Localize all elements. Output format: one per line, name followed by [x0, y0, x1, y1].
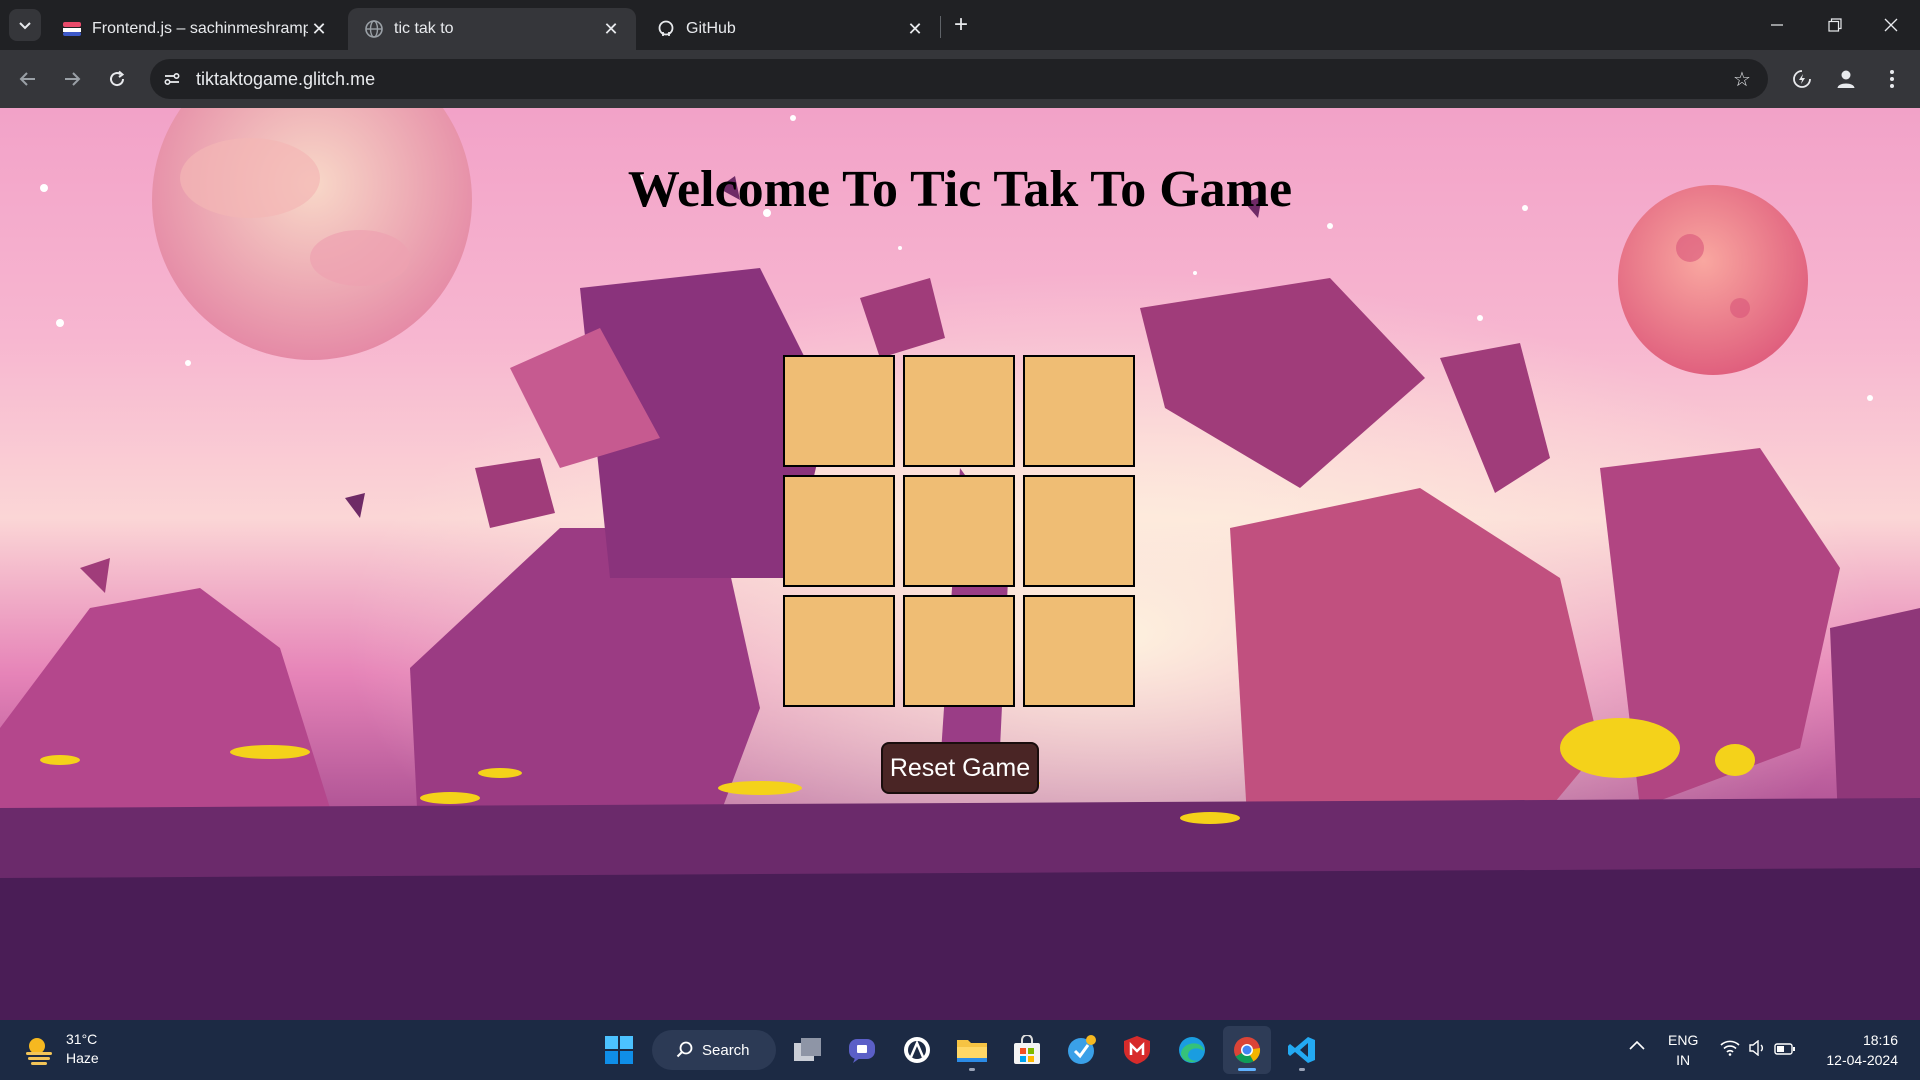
start-button[interactable]: [595, 1026, 643, 1074]
tab-separator: [940, 16, 941, 38]
tab-strip: Frontend.js – sachinmeshrampo ✕ tic tak …: [0, 0, 1920, 50]
close-icon[interactable]: ✕: [904, 18, 926, 40]
page-title: Welcome To Tic Tak To Game: [627, 161, 1293, 218]
tab-search-button[interactable]: [9, 9, 41, 41]
clock-date: 12-04-2024: [1826, 1052, 1898, 1068]
arrow-right-icon: [65, 72, 81, 86]
restore-icon: [1828, 18, 1842, 32]
clock-time: 18:16: [1862, 1032, 1898, 1048]
weather-widget[interactable]: 31°C Haze: [22, 1030, 99, 1068]
reset-game-button[interactable]: Reset Game: [881, 742, 1039, 794]
board-cell[interactable]: [903, 595, 1015, 707]
board-cell[interactable]: [783, 595, 895, 707]
windows-taskbar: 31°C Haze Search ENG IN 18:16 12-04-2024: [0, 1020, 1920, 1080]
github-icon: [656, 19, 676, 39]
active-indicator: [1238, 1068, 1256, 1071]
windows-start-icon: [605, 1036, 633, 1064]
tasks-icon: [1068, 1035, 1096, 1064]
minimize-button[interactable]: [1748, 0, 1806, 50]
sun-haze-icon: [26, 1038, 52, 1065]
reload-icon: [110, 70, 125, 87]
performance-icon[interactable]: [1786, 63, 1818, 95]
pinned-app[interactable]: [893, 1026, 941, 1074]
globe-icon: [364, 19, 384, 39]
restore-button[interactable]: [1806, 0, 1864, 50]
volume-icon: [1749, 1039, 1763, 1057]
vscode-icon: [1288, 1037, 1315, 1063]
tab-title: tic tak to: [394, 20, 454, 37]
board-cell[interactable]: [783, 475, 895, 587]
kebab-menu-icon[interactable]: [1876, 63, 1908, 95]
file-explorer-app[interactable]: [948, 1026, 996, 1074]
minimize-icon: [1771, 24, 1783, 26]
language-indicator[interactable]: ENG IN: [1668, 1030, 1698, 1070]
chrome-icon: [1234, 1037, 1261, 1064]
back-button[interactable]: [12, 63, 44, 95]
tray-overflow-button[interactable]: [1628, 1038, 1646, 1054]
search-icon: [676, 1041, 693, 1058]
forward-button[interactable]: [56, 63, 88, 95]
tab-github[interactable]: GitHub ✕: [640, 8, 940, 50]
store-icon: [1014, 1035, 1040, 1064]
url-text: tiktaktogame.glitch.me: [196, 68, 376, 89]
mcafee-app[interactable]: [1113, 1026, 1161, 1074]
tab-title: GitHub: [686, 20, 736, 37]
board-cell[interactable]: [783, 355, 895, 467]
chevron-up-icon: [1629, 1040, 1645, 1050]
running-indicator: [969, 1068, 975, 1071]
weather-condition: Haze: [66, 1050, 99, 1066]
chrome-app[interactable]: [1223, 1026, 1271, 1074]
wifi-icon: [1720, 1040, 1740, 1056]
clock[interactable]: 18:16 12-04-2024: [1812, 1030, 1898, 1070]
search-label: Search: [702, 1041, 750, 1059]
tasks-app[interactable]: [1058, 1026, 1106, 1074]
arrow-left-icon: [19, 72, 35, 86]
board-cell[interactable]: [1023, 475, 1135, 587]
tab-tic-tak-to[interactable]: tic tak to ✕: [348, 8, 636, 50]
board-cell[interactable]: [1023, 355, 1135, 467]
web-page: Welcome To Tic Tak To Game Reset Game: [0, 108, 1920, 1020]
task-view-button[interactable]: [784, 1026, 832, 1074]
mcafee-icon: [1124, 1036, 1150, 1064]
close-icon[interactable]: ✕: [308, 18, 330, 40]
reload-button[interactable]: [101, 63, 133, 95]
chevron-down-icon: [19, 22, 31, 30]
tab-frontend[interactable]: Frontend.js – sachinmeshrampo ✕: [46, 8, 344, 50]
edge-icon: [1179, 1037, 1205, 1063]
browser-toolbar: tiktaktogame.glitch.me ☆: [0, 50, 1920, 108]
glitch-favicon-icon: [62, 19, 82, 39]
edge-app[interactable]: [1168, 1026, 1216, 1074]
language-region: IN: [1676, 1052, 1691, 1068]
bookmark-star-icon[interactable]: ☆: [1730, 67, 1754, 91]
address-bar[interactable]: tiktaktogame.glitch.me ☆: [150, 59, 1768, 99]
tab-title: Frontend.js – sachinmeshrampo: [92, 20, 308, 37]
weather-temperature: 31°C: [66, 1031, 98, 1047]
profile-avatar-icon[interactable]: [1830, 63, 1862, 95]
board-cell[interactable]: [903, 475, 1015, 587]
battery-icon: [1774, 1043, 1795, 1055]
task-view-icon: [794, 1038, 821, 1061]
file-explorer-icon: [957, 1040, 987, 1062]
teams-icon: [849, 1039, 875, 1063]
app-icon: [904, 1037, 930, 1063]
close-icon[interactable]: ✕: [600, 18, 622, 40]
microsoft-store-app[interactable]: [1003, 1026, 1051, 1074]
close-icon: [1884, 18, 1898, 32]
teams-app[interactable]: [838, 1026, 886, 1074]
board-cell[interactable]: [1023, 595, 1135, 707]
new-tab-button[interactable]: +: [947, 11, 975, 39]
language-code: ENG: [1668, 1032, 1699, 1048]
vscode-app[interactable]: [1278, 1026, 1326, 1074]
network-sound-battery-group[interactable]: [1720, 1039, 1796, 1059]
site-info-icon[interactable]: [158, 65, 186, 93]
running-indicator: [1299, 1068, 1305, 1071]
board-cell[interactable]: [903, 355, 1015, 467]
taskbar-search-box[interactable]: Search: [652, 1030, 776, 1070]
window-close-button[interactable]: [1862, 0, 1920, 50]
game-board: [783, 355, 1138, 710]
